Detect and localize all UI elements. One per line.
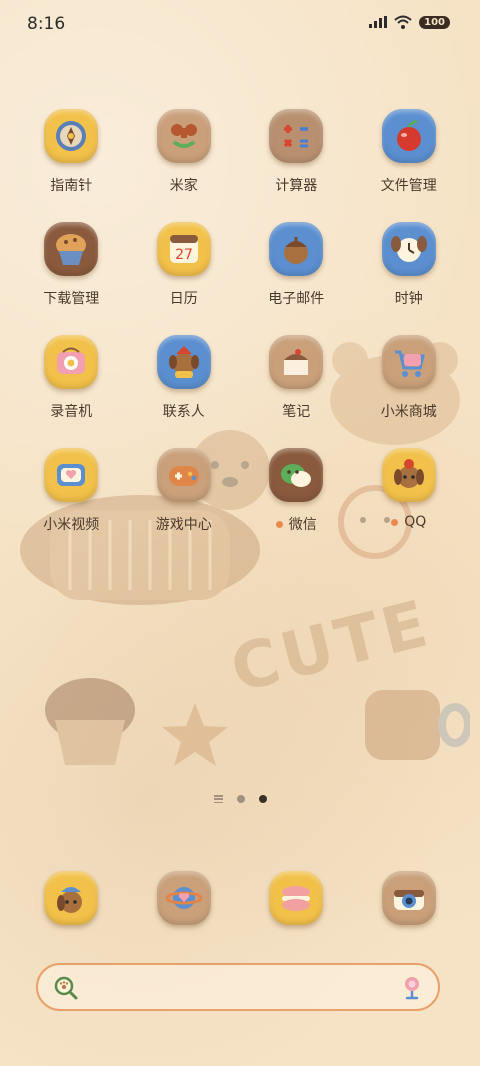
svg-text:27: 27 [175, 247, 193, 263]
page-dot-1[interactable] [236, 795, 245, 803]
notes-icon [269, 335, 324, 389]
phone-icon [44, 871, 99, 925]
email-icon [269, 222, 324, 276]
search-input[interactable] [90, 975, 394, 1001]
dock [15, 860, 465, 925]
signal-icon [369, 16, 388, 28]
status-bar: 8:16 100 [0, 0, 480, 50]
app-game-center[interactable]: 游戏中心 [128, 437, 241, 550]
search-icon[interactable] [54, 976, 78, 1000]
app-calculator[interactable]: 计算器 [240, 98, 353, 211]
app-email[interactable]: 电子邮件 [240, 211, 353, 324]
qq-icon [381, 448, 436, 502]
app-grid: 指南针 米家 计算器 文件管理 下载管理 27 日历 电子邮件 时钟 录音机 联… [15, 98, 465, 550]
app-list-page-icon[interactable] [213, 795, 223, 803]
app-file-manager[interactable]: 文件管理 [353, 98, 466, 211]
wechat-icon [269, 448, 324, 502]
app-notes[interactable]: 笔记 [240, 324, 353, 437]
compass-icon [44, 109, 99, 163]
app-recorder[interactable]: 录音机 [15, 324, 128, 437]
app-mi-store[interactable]: 小米商城 [353, 324, 466, 437]
app-mi-home[interactable]: 米家 [128, 98, 241, 211]
app-label: 文件管理 [380, 178, 437, 194]
dock-camera[interactable] [353, 860, 466, 925]
calculator-icon [269, 109, 324, 163]
app-label: 小米视频 [43, 517, 100, 533]
search-bar[interactable] [36, 963, 440, 1011]
download-manager-icon [44, 222, 99, 276]
app-label: 小米商城 [380, 404, 437, 420]
microphone-icon[interactable] [400, 975, 424, 1001]
app-label: 米家 [169, 178, 198, 194]
app-mi-video[interactable]: 小米视频 [15, 437, 128, 550]
app-label: 笔记 [282, 404, 311, 420]
calendar-icon: 27 [156, 222, 211, 276]
file-manager-icon [381, 109, 436, 163]
app-download-manager[interactable]: 下载管理 [15, 211, 128, 324]
dock-messages[interactable] [240, 860, 353, 925]
mi-store-icon [381, 335, 436, 389]
app-label: 游戏中心 [155, 517, 212, 533]
wallpaper-muffin-illustration [45, 678, 135, 765]
page-indicator[interactable] [0, 795, 480, 803]
browser-icon [156, 871, 211, 925]
mi-video-icon [44, 448, 99, 502]
app-calendar[interactable]: 27 日历 [128, 211, 241, 324]
dock-phone[interactable] [15, 860, 128, 925]
clock-icon [381, 222, 436, 276]
app-qq[interactable]: QQ [353, 437, 466, 550]
new-install-dot [275, 520, 283, 528]
new-install-dot [391, 518, 399, 526]
messages-icon [269, 871, 324, 925]
battery-icon: 100 [419, 15, 450, 29]
game-center-icon [156, 448, 211, 502]
recorder-icon [44, 335, 99, 389]
app-wechat[interactable]: 微信 [240, 437, 353, 550]
app-label: 指南针 [50, 178, 93, 194]
app-label: 下载管理 [43, 291, 100, 307]
app-label: 时钟 [394, 291, 423, 307]
app-label: 日历 [169, 291, 198, 307]
mi-home-icon [156, 109, 211, 163]
wallpaper-cup-illustration [365, 690, 470, 760]
status-time: 8:16 [27, 14, 66, 34]
app-compass[interactable]: 指南针 [15, 98, 128, 211]
page-dot-2[interactable] [258, 795, 267, 803]
wallpaper-star-illustration [162, 703, 228, 766]
app-label: 录音机 [50, 404, 93, 420]
app-contacts[interactable]: 联系人 [128, 324, 241, 437]
app-label: 计算器 [275, 178, 318, 194]
status-icons: 100 [369, 15, 450, 29]
dock-browser[interactable] [128, 860, 241, 925]
wifi-icon [394, 15, 412, 29]
app-label: 联系人 [162, 404, 205, 420]
app-label: 微信 [288, 517, 317, 533]
camera-icon [381, 871, 436, 925]
app-label: 电子邮件 [268, 291, 325, 307]
app-label: QQ [404, 514, 427, 530]
app-clock[interactable]: 时钟 [353, 211, 466, 324]
contacts-icon [156, 335, 211, 389]
